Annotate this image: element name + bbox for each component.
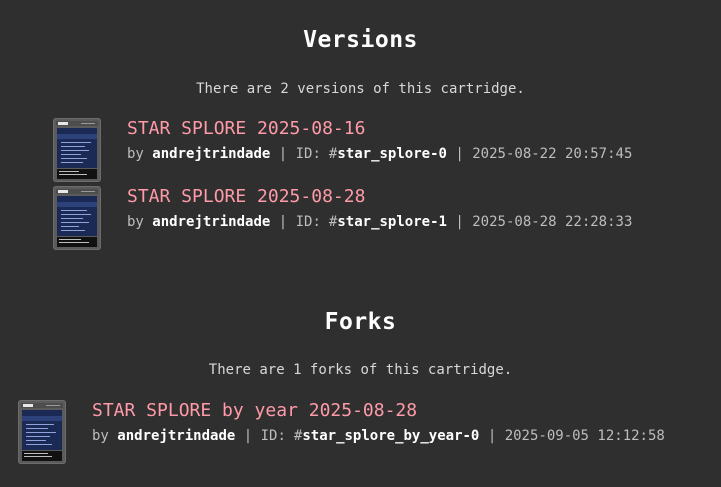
version-entry[interactable]: STAR SPLORE 2025-08-28 by andrejtrindade…: [53, 186, 673, 250]
timestamp: 2025-08-22 20:57:45: [472, 146, 633, 162]
version-entry[interactable]: STAR SPLORE 2025-08-16 by andrejtrindade…: [53, 118, 673, 182]
author-link[interactable]: andrejtrindade: [117, 428, 235, 444]
separator: |: [278, 146, 288, 162]
separator: |: [487, 428, 497, 444]
cartridge-thumbnail-icon[interactable]: [53, 118, 101, 182]
version-meta: by andrejtrindade | ID: #star_splore-1 | …: [127, 214, 632, 230]
author-link[interactable]: andrejtrindade: [152, 214, 270, 230]
separator: |: [243, 428, 253, 444]
forks-heading: Forks: [324, 309, 397, 335]
cartridge-thumbnail-icon[interactable]: [53, 186, 101, 250]
fork-title-link[interactable]: STAR SPLORE by year 2025-08-28: [92, 400, 417, 421]
cartridge-page: Versions There are 2 versions of this ca…: [0, 0, 721, 487]
by-label: by: [127, 214, 144, 230]
separator: |: [455, 146, 464, 162]
timestamp: 2025-09-05 12:12:58: [504, 428, 665, 444]
separator: |: [455, 214, 464, 230]
id-label: ID:: [260, 428, 286, 444]
version-title-link[interactable]: STAR SPLORE 2025-08-28: [127, 186, 365, 207]
timestamp: 2025-08-28 22:28:33: [472, 214, 633, 230]
version-title-link[interactable]: STAR SPLORE 2025-08-16: [127, 118, 365, 139]
separator: |: [278, 214, 288, 230]
cartridge-id-link[interactable]: star_splore_by_year-0: [302, 428, 479, 444]
by-label: by: [92, 428, 109, 444]
id-label: ID:: [295, 146, 321, 162]
version-meta: by andrejtrindade | ID: #star_splore-0 | …: [127, 146, 632, 162]
forks-description: There are 1 forks of this cartridge.: [208, 362, 513, 378]
id-label: ID:: [295, 214, 321, 230]
author-link[interactable]: andrejtrindade: [152, 146, 270, 162]
versions-heading: Versions: [303, 27, 418, 53]
by-label: by: [127, 146, 144, 162]
cartridge-id-link[interactable]: star_splore-1: [337, 214, 447, 230]
cartridge-id-link[interactable]: star_splore-0: [337, 146, 447, 162]
versions-description: There are 2 versions of this cartridge.: [196, 81, 525, 97]
fork-meta: by andrejtrindade | ID: #star_splore_by_y…: [92, 428, 665, 444]
cartridge-thumbnail-icon[interactable]: [18, 400, 66, 464]
fork-entry[interactable]: STAR SPLORE by year 2025-08-28 by andrej…: [18, 400, 708, 464]
